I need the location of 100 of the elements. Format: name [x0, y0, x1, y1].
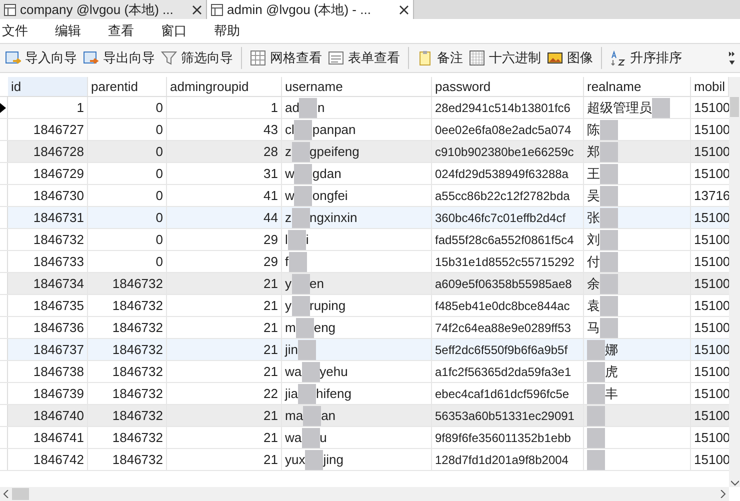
table-cell-text: 娜 — [605, 340, 618, 359]
table-cell-text: 1846732 — [112, 428, 163, 447]
table-cell-text: c910b902380be1e66259c — [435, 144, 574, 160]
table-cell-text: a1fc2f56365d2da59fa3e1 — [435, 364, 572, 380]
grid-icon — [250, 50, 266, 66]
redaction-blur — [587, 428, 605, 448]
redaction-blur — [294, 186, 312, 206]
table-cell-text: f485eb41e0dc8bce844ac — [435, 298, 570, 314]
table-icon — [4, 4, 16, 16]
menu-item[interactable]: 窗口 — [159, 21, 212, 41]
table-cell-text: eng — [314, 318, 336, 337]
table-cell-text: 56353a60b51331ec29091 — [435, 408, 574, 424]
redaction-blur — [296, 318, 314, 338]
sort-ascending-icon — [610, 50, 626, 66]
table-cell-text: 22 — [264, 384, 278, 403]
table-cell-text: wa — [285, 428, 302, 447]
scrollbar-thumb[interactable] — [730, 97, 739, 117]
overflow-chevron-icon[interactable] — [728, 51, 736, 65]
redaction-blur — [600, 318, 618, 338]
menu-item[interactable]: 编辑 — [53, 21, 106, 41]
toolbar-button[interactable]: 升序排序 — [607, 46, 685, 70]
table-cell-text: 1846732 — [112, 274, 163, 293]
row-header[interactable] — [0, 97, 8, 118]
redaction-blur — [298, 340, 316, 360]
table-cell-text: 1846732 — [112, 340, 163, 359]
scroll-down-icon[interactable] — [730, 479, 738, 487]
table-cell-text: z — [285, 208, 292, 227]
table-cell-text: i — [306, 230, 309, 249]
redaction-blur — [292, 208, 310, 228]
redaction-blur — [587, 340, 605, 360]
redaction-blur — [600, 252, 618, 272]
scroll-right-icon[interactable] — [719, 490, 727, 498]
redaction-blur — [600, 186, 618, 206]
toolbar-button[interactable]: 筛选向导 — [158, 46, 236, 70]
table-cell-text: a609e5f06358b55985ae8 — [435, 276, 572, 292]
table-cell-text: gdan — [312, 164, 342, 183]
redaction-blur — [600, 296, 618, 316]
table-cell-text: y — [285, 274, 292, 293]
redaction-blur — [600, 208, 618, 228]
table-cell-text: ngxinxin — [310, 208, 358, 227]
document-tab[interactable]: admin @lvgou (本地) - ... — [207, 0, 414, 19]
table-cell-text: 0 — [156, 208, 163, 227]
redaction-blur — [302, 428, 320, 448]
vertical-scrollbar[interactable] — [729, 77, 740, 487]
table-cell-text: 74f2c64ea88e9e0289ff53 — [435, 320, 571, 336]
table-cell-text: en — [310, 274, 324, 293]
table-cell-text: w — [285, 186, 294, 205]
redaction-blur — [298, 384, 316, 404]
redaction-blur — [600, 230, 618, 250]
table-cell-text: 1846732 — [112, 318, 163, 337]
toolbar-button[interactable]: 导入向导 — [2, 46, 80, 70]
table-cell-text: 360bc46fc7c01effb2d4cf — [435, 210, 566, 226]
table-cell-text: 1846729 — [33, 164, 84, 183]
table-cell-text: 1846730 — [33, 186, 84, 205]
table-cell-text: an — [321, 406, 336, 425]
table-cell-text: 21 — [264, 406, 278, 425]
table-cell-text: 44 — [264, 208, 278, 227]
table-cell-text: 31 — [264, 164, 278, 183]
menu-item[interactable]: 帮助 — [212, 21, 265, 41]
table-cell-text: jia — [285, 384, 298, 403]
close-icon[interactable] — [399, 4, 409, 14]
toolbar-button[interactable]: 网格查看 — [247, 46, 325, 70]
table-cell-text: 1846732 — [112, 450, 163, 469]
toolbar-button[interactable]: 十六进制 — [466, 46, 544, 70]
table-cell-text: 0ee02e6fa08e2adc5a074 — [435, 122, 572, 138]
table-cell-text: 28ed2941c514b13801fc6 — [435, 100, 570, 116]
toolbar-button[interactable]: 表单查看 — [325, 46, 403, 70]
horizontal-scrollbar[interactable] — [0, 487, 729, 501]
table-cell-text: 丰 — [605, 384, 618, 403]
redaction-blur — [305, 450, 324, 470]
table-cell-text: jing — [323, 450, 344, 469]
table-cell-text: 余 — [587, 274, 600, 293]
close-icon[interactable] — [192, 4, 202, 14]
table-cell-text: f — [285, 252, 289, 271]
table-cell-text: ma — [285, 406, 304, 425]
redaction-blur — [587, 362, 605, 382]
redaction-blur — [302, 362, 320, 382]
table-cell-text: n — [317, 98, 325, 117]
toolbar-button[interactable]: 备注 — [414, 46, 466, 70]
table-cell-text: 1846740 — [33, 406, 84, 425]
tab-label: company @lvgou (本地) ... — [20, 0, 174, 19]
current-row-icon — [0, 102, 6, 112]
table-cell-text: 1846731 — [33, 208, 84, 227]
table-cell-text: 1846741 — [33, 428, 84, 447]
toolbar-button[interactable]: 导出向导 — [80, 46, 158, 70]
scrollbar-thumb[interactable] — [12, 488, 29, 500]
menu-item[interactable]: 查看 — [106, 21, 159, 41]
document-tab[interactable]: company @lvgou (本地) ... — [0, 0, 207, 19]
table-cell-text: fad55f28c6a552f0861f5c4 — [435, 232, 574, 248]
toolbar-button[interactable]: 图像 — [544, 46, 596, 70]
table-cell-text: jin — [285, 340, 298, 359]
tab-label: admin @lvgou (本地) - ... — [227, 0, 372, 19]
menu-item[interactable]: 文件 — [0, 21, 53, 41]
table-cell-text: 马 — [587, 318, 600, 337]
table-cell-text: 张 — [587, 208, 600, 227]
redaction-blur — [600, 120, 618, 140]
table-cell-text: 1846735 — [33, 296, 84, 315]
redaction-blur — [299, 98, 318, 118]
column-header[interactable]: id — [8, 77, 88, 96]
scroll-left-icon[interactable] — [2, 490, 10, 498]
